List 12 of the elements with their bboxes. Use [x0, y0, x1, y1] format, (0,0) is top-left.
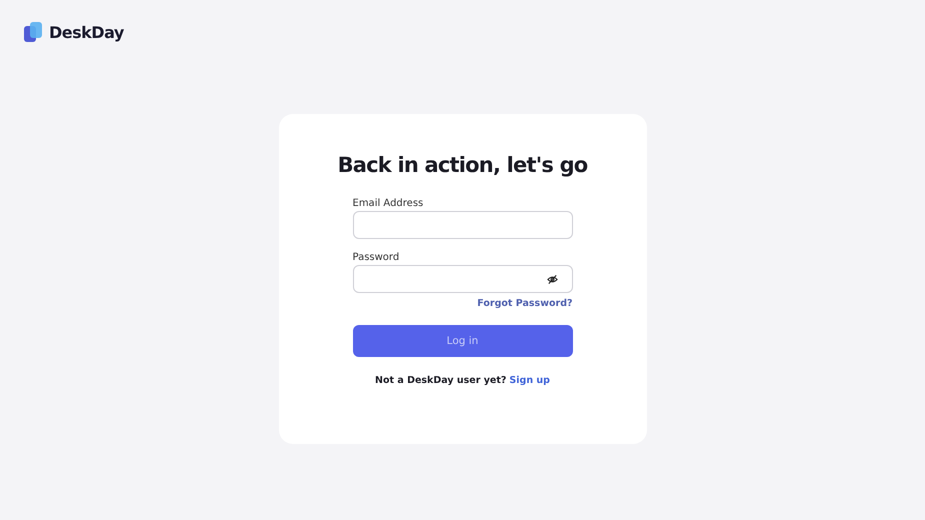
forgot-password-link[interactable]: Forgot Password? — [477, 298, 572, 309]
input-field[interactable] — [352, 211, 572, 239]
field-label: Email Address — [352, 198, 424, 209]
field-label: Password — [352, 252, 400, 263]
page-heading: Back in action, let's go — [336, 152, 588, 179]
logo-icon — [24, 22, 43, 42]
input-field[interactable] — [352, 265, 572, 293]
signup-link[interactable]: Sign up — [509, 375, 550, 386]
brand-name: DeskDay — [49, 22, 124, 42]
signup-prompt: Not a DeskDay user yet? — [375, 375, 506, 386]
eye-slash-icon[interactable] — [546, 274, 558, 285]
login-button[interactable]: Log in — [352, 325, 572, 357]
